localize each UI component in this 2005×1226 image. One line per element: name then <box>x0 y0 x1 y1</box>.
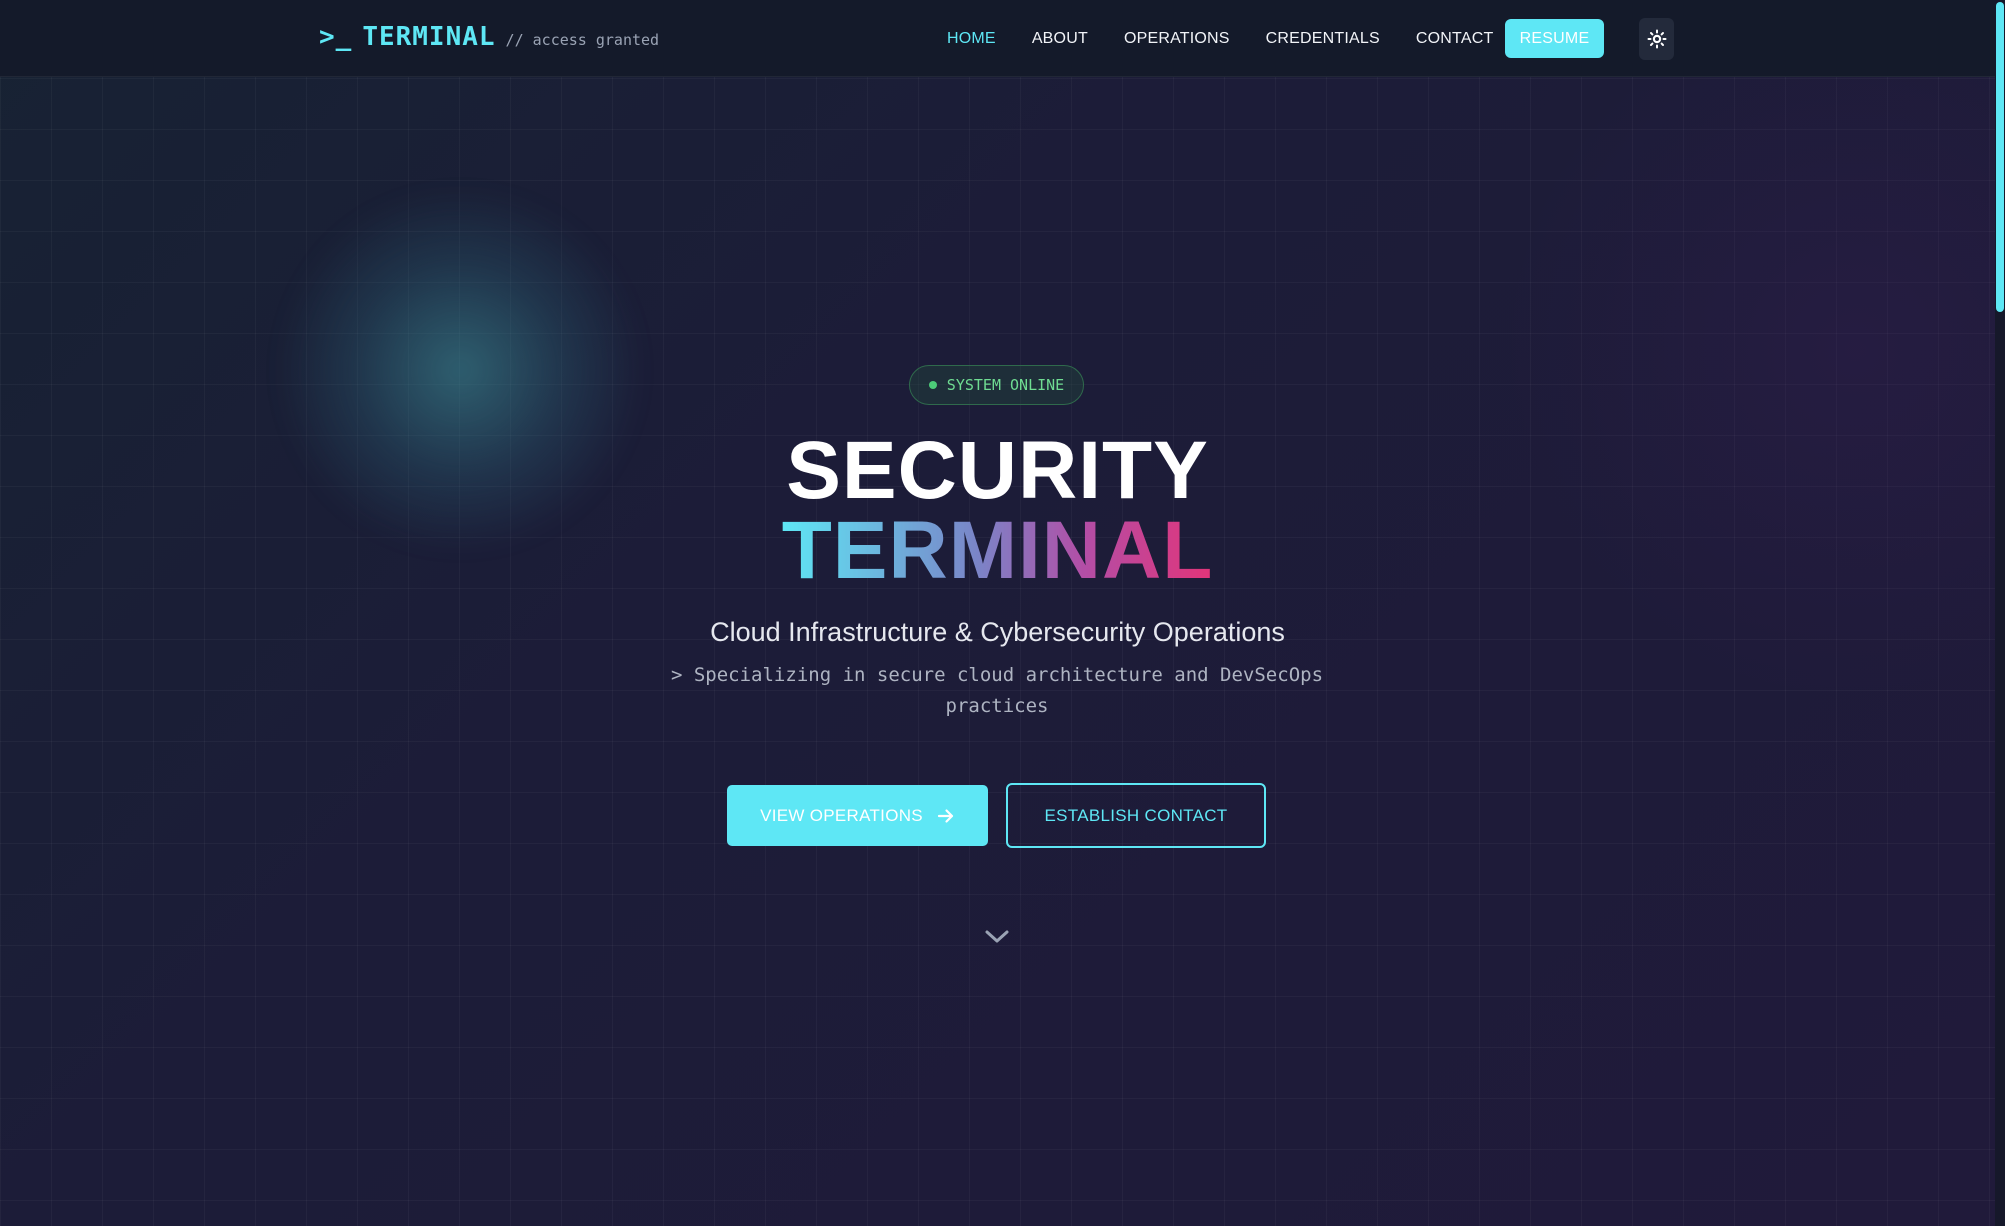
nav-operations[interactable]: OPERATIONS <box>1124 30 1230 48</box>
hero-title-gradient-text: TERMINAL <box>781 505 1214 596</box>
page: >_ TERMINAL // access granted HOME ABOUT… <box>0 0 2005 1226</box>
top-navbar: >_ TERMINAL // access granted HOME ABOUT… <box>0 0 1995 77</box>
status-badge-label: SYSTEM ONLINE <box>946 376 1065 394</box>
scrollbar-thumb[interactable] <box>1996 2 2004 312</box>
theme-toggle-button[interactable] <box>1639 18 1674 60</box>
logo-prompt: >_ <box>319 22 353 52</box>
scrollbar-track[interactable] <box>1995 0 2005 1226</box>
hero-subtitle: Cloud Infrastructure & Cybersecurity Ope… <box>710 617 1285 647</box>
nav-contact[interactable]: CONTACT <box>1416 30 1494 48</box>
arrow-right-icon <box>937 808 954 823</box>
logo-tagline: // access granted <box>505 31 660 49</box>
chevron-down-icon[interactable] <box>983 927 1011 947</box>
status-badge: SYSTEM ONLINE <box>909 365 1084 405</box>
hero-tagline: > Specializing in secure cloud architect… <box>670 664 1324 717</box>
main-nav: HOME ABOUT OPERATIONS CREDENTIALS CONTAC… <box>947 0 1529 77</box>
site-logo[interactable]: >_ TERMINAL // access granted <box>319 22 659 52</box>
status-dot-icon <box>928 381 937 389</box>
hero-title-line2: TERMINAL <box>0 504 1995 598</box>
logo-name: TERMINAL <box>362 22 496 52</box>
nav-about[interactable]: ABOUT <box>1032 30 1088 48</box>
nav-home[interactable]: HOME <box>947 30 996 48</box>
sun-icon <box>1647 29 1666 49</box>
view-operations-label: VIEW OPERATIONS <box>760 805 923 825</box>
establish-contact-button[interactable]: ESTABLISH CONTACT <box>1006 783 1266 848</box>
nav-credentials[interactable]: CREDENTIALS <box>1266 30 1380 48</box>
view-operations-button[interactable]: VIEW OPERATIONS <box>727 785 988 846</box>
resume-button[interactable]: RESUME <box>1505 19 1604 58</box>
